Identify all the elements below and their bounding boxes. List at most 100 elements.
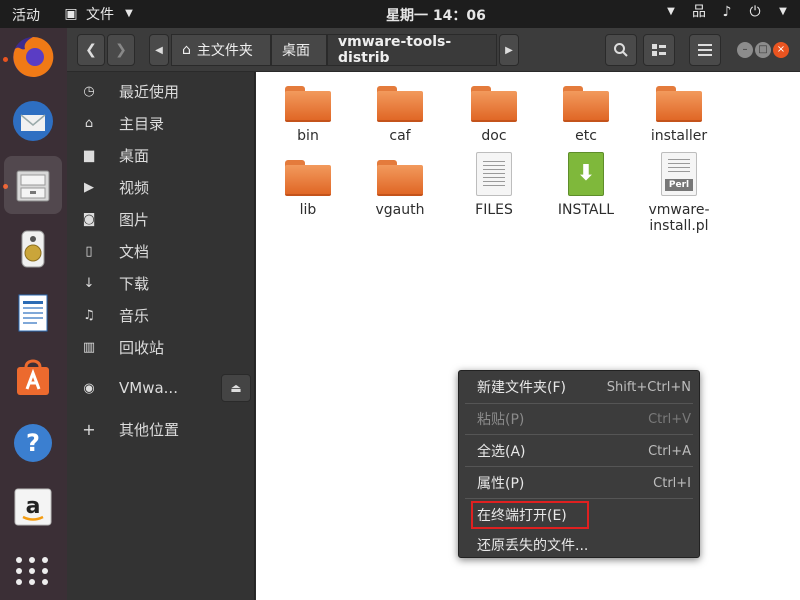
sidebar-item-music[interactable]: ♫ 音乐 [67, 299, 255, 331]
sidebar-item-label: 文档 [119, 242, 150, 261]
video-icon: ▶ [84, 179, 94, 195]
sidebar-item-label: 桌面 [119, 146, 150, 165]
eject-icon: ⏏ [230, 381, 242, 395]
breadcrumb-desktop[interactable]: 桌面 [271, 34, 327, 66]
file-item-installer[interactable]: installer [639, 86, 719, 144]
app-menu-label: 文件 [86, 7, 114, 23]
forward-button[interactable]: ❯ [107, 34, 135, 66]
file-item-caf[interactable]: caf [360, 86, 440, 144]
firefox-launcher[interactable] [10, 34, 56, 80]
breadcrumb-label: 桌面 [282, 43, 310, 59]
disc-icon: ◉ [83, 380, 95, 396]
file-item-doc[interactable]: doc [454, 86, 534, 144]
app-menu[interactable]: ▣ 文件 ▼ [62, 4, 138, 24]
power-icon[interactable]: ⏻ [746, 3, 764, 21]
thunderbird-launcher[interactable] [10, 98, 56, 144]
menu-item-label: 粘贴(P) [477, 412, 525, 428]
maximize-button[interactable]: □ [755, 42, 771, 58]
system-tray[interactable]: ▼ 品 ♪ ⏻ ▼ [662, 3, 792, 21]
chevron-down-icon: ▼ [125, 8, 133, 19]
folder-icon [471, 86, 517, 122]
breadcrumb-label: vmware-tools-distrib [338, 34, 452, 66]
file-item-install[interactable]: ⬇ INSTALL [546, 152, 626, 218]
rhythmbox-launcher[interactable] [10, 226, 56, 272]
folder-icon [563, 86, 609, 122]
sidebar-item-home[interactable]: ⌂ 主目录 [67, 107, 255, 139]
sidebar-item-trash[interactable]: ▥ 回收站 [67, 331, 255, 363]
sidebar-item-documents[interactable]: ▯ 文档 [67, 235, 255, 267]
file-name: vmware-install.pl [648, 202, 710, 234]
menu-separator [465, 498, 693, 499]
menu-item-restore-missing-files[interactable]: 还原丢失的文件... [459, 530, 699, 560]
watermark-text: https://blog.csdn.net/weixin_43465312 [570, 572, 792, 587]
menu-item-select-all[interactable]: 全选(A) Ctrl+A [459, 436, 699, 466]
writer-launcher[interactable] [10, 290, 56, 336]
annotation-highlight-box [471, 501, 589, 529]
eject-button[interactable]: ⏏ [221, 374, 251, 402]
file-item-vmware-install[interactable]: Perl vmware-install.pl [639, 152, 719, 234]
perl-script-icon: Perl [661, 152, 697, 196]
search-icon [614, 43, 628, 57]
file-item-bin[interactable]: bin [268, 86, 348, 144]
sidebar-item-pictures[interactable]: ◙ 图片 [67, 203, 255, 235]
sidebar-item-downloads[interactable]: ↓ 下载 [67, 267, 255, 299]
search-button[interactable] [605, 34, 637, 66]
chevron-down-icon[interactable]: ▼ [774, 3, 792, 21]
clock-icon: ◷ [83, 83, 95, 99]
path-scroll-right-button[interactable]: ▶ [499, 34, 519, 66]
amazon-launcher[interactable]: a [10, 484, 56, 530]
writer-document-icon [18, 294, 48, 332]
sidebar-item-label: 最近使用 [119, 82, 180, 101]
show-applications-button[interactable] [10, 548, 56, 594]
folder-icon [377, 160, 423, 196]
file-name: vgauth [375, 202, 425, 218]
menu-item-properties[interactable]: 属性(P) Ctrl+I [459, 468, 699, 498]
sidebar-item-other-locations[interactable]: + 其他位置 [67, 413, 255, 445]
files-launcher[interactable] [4, 156, 62, 214]
sidebar-item-label: 回收站 [119, 338, 165, 357]
menu-separator [465, 434, 693, 435]
menu-button[interactable] [689, 34, 721, 66]
breadcrumb-current[interactable]: vmware-tools-distrib [327, 34, 497, 66]
sidebar-item-videos[interactable]: ▶ 视频 [67, 171, 255, 203]
folder-icon [377, 86, 423, 122]
file-item-vgauth[interactable]: vgauth [360, 160, 440, 218]
help-launcher[interactable]: ? [10, 420, 56, 466]
thunderbird-icon [13, 101, 53, 141]
sidebar-item-recent[interactable]: ◷ 最近使用 [67, 75, 255, 107]
menu-item-shortcut: Ctrl+I [653, 475, 691, 491]
sidebar-item-desktop[interactable]: ▆ 桌面 [67, 139, 255, 171]
top-bar: 活动 ▣ 文件 ▼ 星期一 14：06 ▼ 品 ♪ ⏻ ▼ [0, 0, 800, 28]
triangle-left-icon: ◀ [155, 44, 163, 56]
download-arrow-icon: ⬇ [568, 152, 604, 196]
download-icon: ↓ [83, 275, 95, 291]
sidebar-item-label: VMwa... [119, 379, 178, 397]
volume-icon[interactable]: ♪ [718, 3, 736, 21]
back-button[interactable]: ❮ [77, 34, 105, 66]
trash-icon: ▥ [82, 339, 96, 355]
network-icon[interactable]: 品 [690, 3, 708, 21]
breadcrumb-home[interactable]: ⌂ 主文件夹 [171, 34, 271, 66]
close-button[interactable]: × [773, 42, 789, 58]
plus-icon: + [82, 419, 96, 439]
software-launcher[interactable] [10, 354, 56, 400]
music-icon: ♫ [83, 307, 95, 323]
sidebar-item-vmware-disc[interactable]: ◉ VMwa... [67, 372, 217, 404]
menu-item-paste[interactable]: 粘贴(P) Ctrl+V [459, 404, 699, 434]
menu-item-new-folder[interactable]: 新建文件夹(F) Shift+Ctrl+N [459, 372, 699, 402]
file-item-lib[interactable]: lib [268, 160, 348, 218]
speaker-icon [21, 230, 45, 268]
path-scroll-left-button[interactable]: ◀ [149, 34, 169, 66]
minimize-icon: – [742, 44, 748, 55]
activities-button[interactable]: 活动 [12, 5, 40, 25]
chevron-down-icon[interactable]: ▼ [662, 3, 680, 21]
camera-icon: ◙ [82, 211, 96, 227]
file-item-files[interactable]: FILES [454, 152, 534, 218]
hamburger-menu-icon [698, 44, 712, 56]
file-name: installer [650, 128, 708, 144]
view-toggle-button[interactable] [643, 34, 675, 66]
clock[interactable]: 星期一 14：06 [386, 5, 486, 25]
file-item-etc[interactable]: etc [546, 86, 626, 144]
minimize-button[interactable]: – [737, 42, 753, 58]
text-file-icon [476, 152, 512, 196]
